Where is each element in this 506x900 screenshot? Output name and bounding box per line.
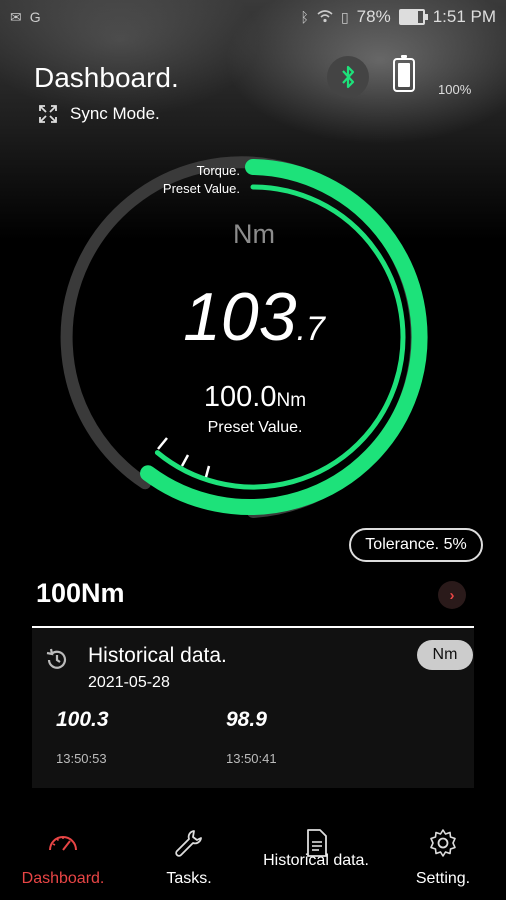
preset-value: 100.0Nm — [204, 381, 306, 413]
nav-label: Historical data. — [263, 852, 369, 869]
torque-value-decimal: .7 — [297, 310, 326, 348]
nav-dashboard[interactable]: Dashboard. — [0, 820, 126, 888]
nav-setting[interactable]: Setting. — [380, 820, 506, 888]
unit-toggle[interactable]: Nm — [417, 640, 473, 670]
gear-icon — [430, 829, 456, 857]
torque-value-int: 103 — [183, 279, 297, 355]
mail-icon: ✉ — [10, 8, 22, 25]
page-title: Dashboard. — [34, 62, 179, 93]
bluetooth-status-icon: ᛒ — [300, 9, 309, 25]
wifi-icon — [317, 9, 333, 26]
task-name: 100Nm — [36, 578, 125, 608]
gauge-unit: Nm — [233, 219, 275, 249]
gauge-icon — [49, 836, 77, 851]
chevron-right-icon: › — [449, 586, 455, 604]
record-value: 98.9 — [226, 708, 267, 731]
device-battery-percent: 100% — [438, 82, 472, 97]
preset-arc-label: Preset Value. — [163, 181, 240, 196]
nav-label: Dashboard. — [21, 870, 105, 887]
bottom-nav: Dashboard. Tasks. Historical data. Setti… — [0, 820, 506, 900]
device-battery-icon — [393, 55, 415, 92]
nav-historical-data[interactable]: Historical data. — [253, 820, 379, 870]
status-bar: ✉ G ᛒ ▯ 78% 1:51 PM — [0, 0, 506, 34]
record-value: 100.3 — [56, 708, 109, 731]
record-time: 13:50:41 — [226, 751, 277, 766]
record-time: 13:50:53 — [56, 751, 107, 766]
tolerance-badge[interactable]: Tolerance. 5% — [349, 528, 483, 562]
history-title: Historical data. — [88, 644, 227, 667]
torque-gauge: Torque. Preset Value. Nm 103.7 100.0Nm P… — [60, 156, 428, 518]
bluetooth-icon — [342, 65, 355, 89]
torque-value: 103.7 — [183, 279, 326, 355]
history-icon — [46, 648, 67, 669]
bluetooth-button[interactable] — [327, 56, 369, 98]
battery-status-icon — [398, 9, 428, 25]
nav-label: Tasks. — [166, 870, 212, 887]
sim-icon: ▯ — [340, 8, 349, 25]
google-icon: G — [29, 9, 41, 25]
nav-tasks[interactable]: Tasks. — [126, 820, 252, 888]
preset-caption: Preset Value. — [208, 419, 303, 436]
history-date: 2021-05-28 — [88, 674, 170, 691]
torque-arc-label: Torque. — [197, 163, 240, 178]
preset-value-unit: Nm — [277, 390, 307, 411]
clock: 1:51 PM — [432, 7, 496, 26]
expand-icon — [39, 105, 57, 123]
battery-percent: 78% — [356, 7, 391, 26]
preset-value-number: 100.0 — [204, 381, 277, 413]
history-record: 98.9 13:50:41 — [226, 708, 277, 766]
history-record: 100.3 13:50:53 — [56, 708, 109, 766]
wrench-icon — [175, 830, 202, 857]
task-next-button[interactable]: › — [438, 581, 466, 609]
sync-mode-label: Sync Mode. — [70, 104, 160, 123]
sync-mode-toggle[interactable]: Sync Mode. — [38, 104, 160, 124]
nav-label: Setting. — [415, 870, 471, 887]
